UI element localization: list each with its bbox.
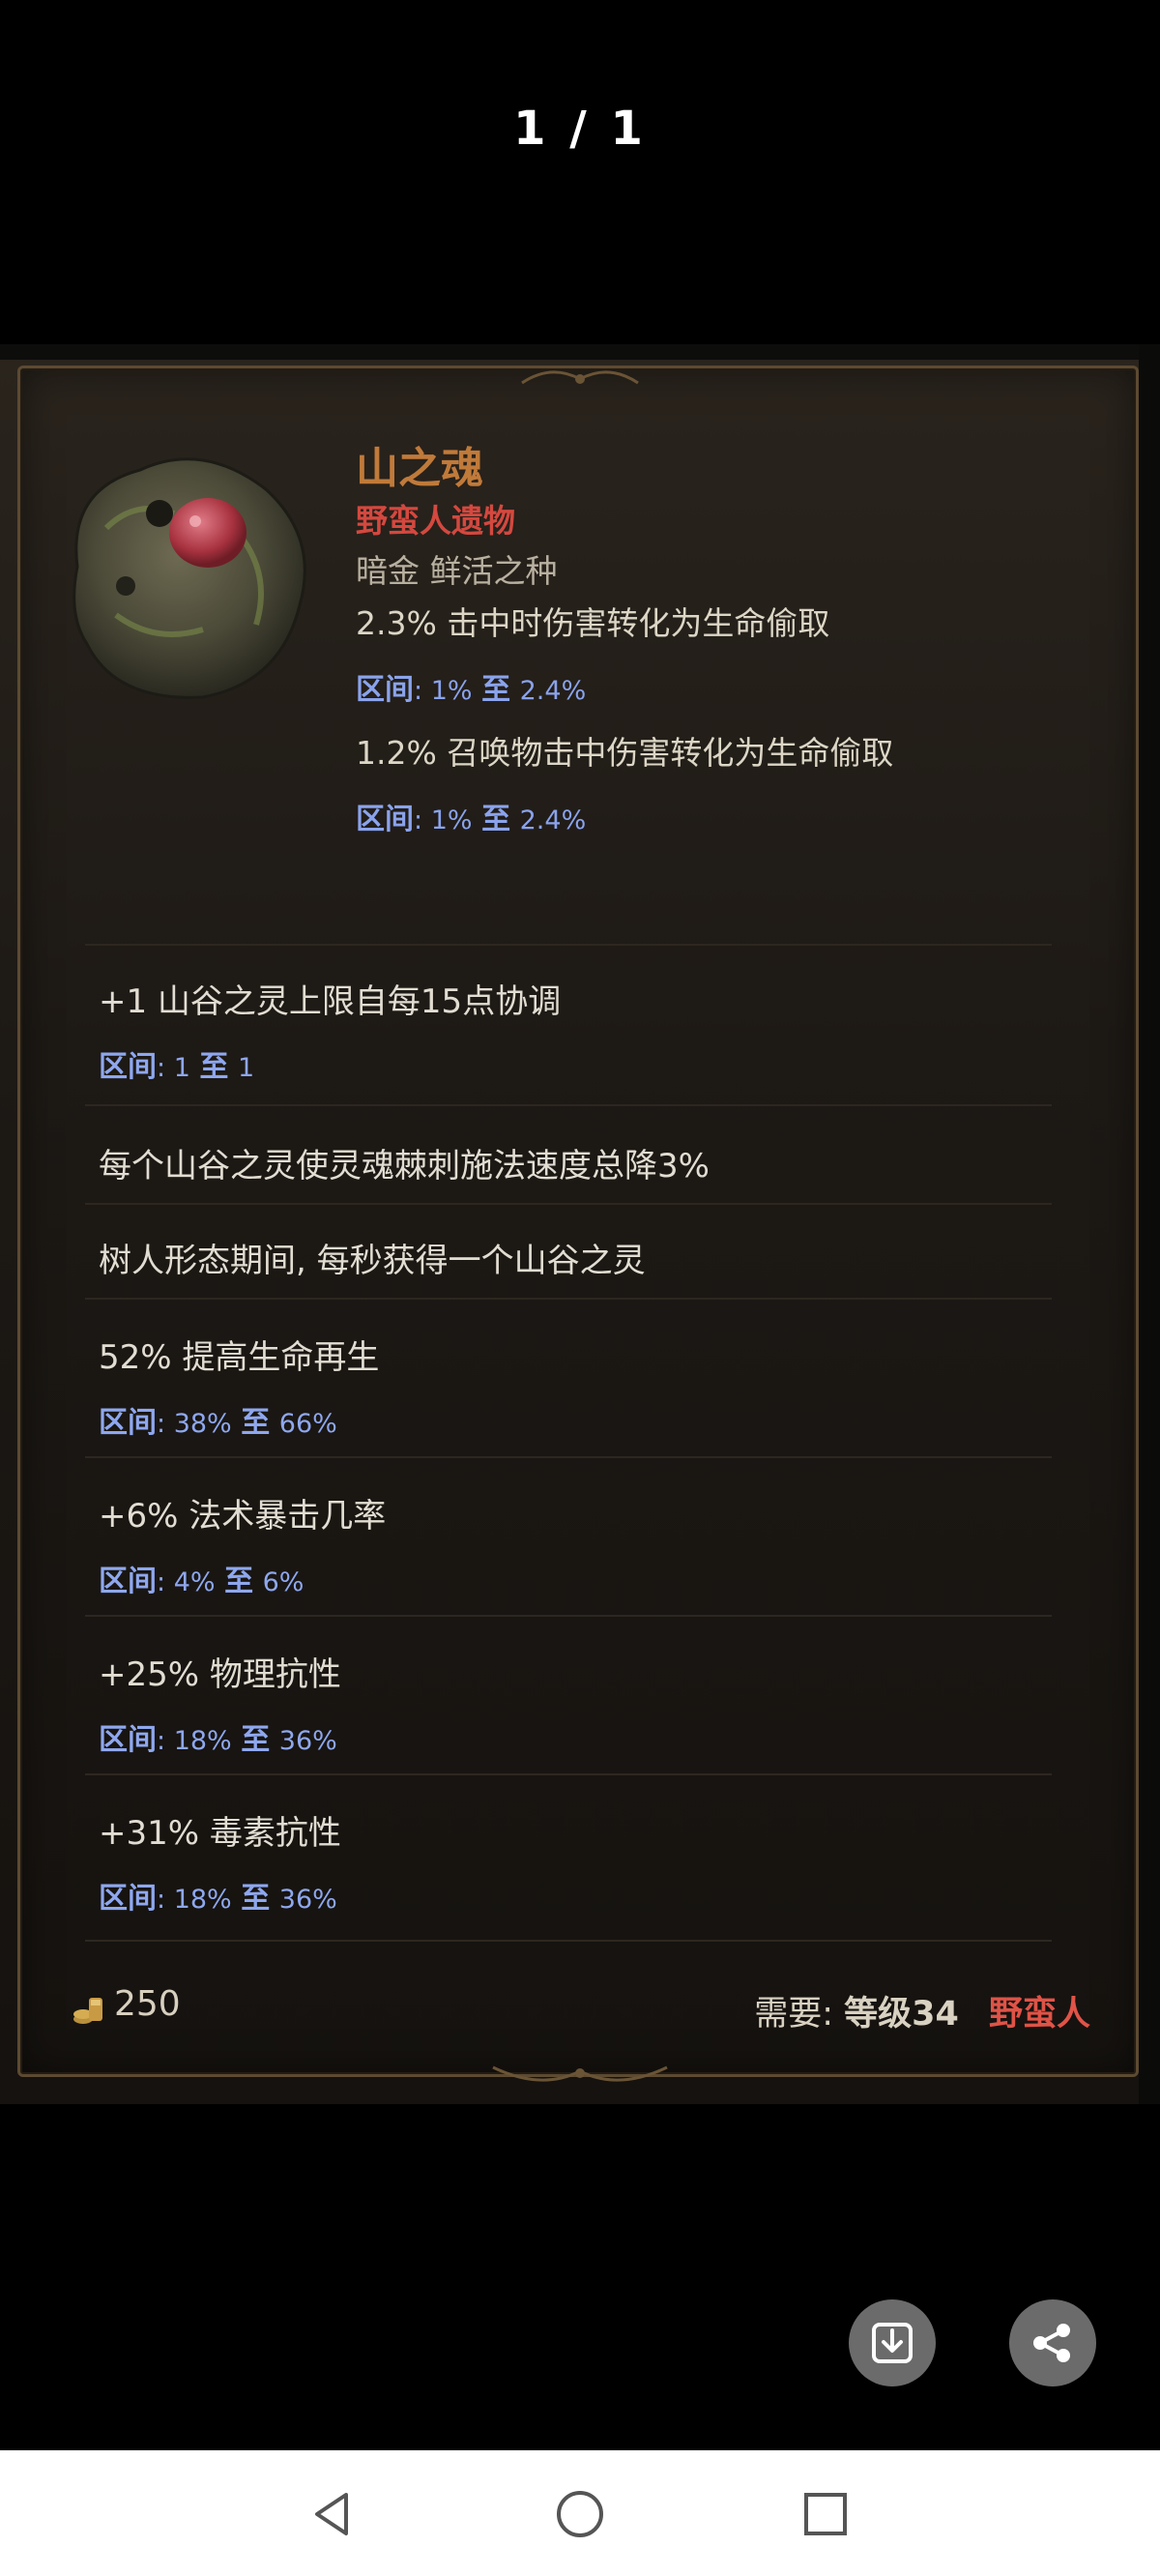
right-edge bbox=[1139, 344, 1160, 2104]
range-max: 36% bbox=[278, 1726, 337, 1756]
section-divider bbox=[85, 1203, 1052, 1205]
range-label: 区间 bbox=[99, 1723, 157, 1757]
seed-relic-icon bbox=[72, 457, 306, 699]
item-rarity-base: 暗金 鲜活之种 bbox=[356, 552, 558, 590]
implicit-range: 区间: 1% 至 2.4% bbox=[356, 673, 587, 707]
requirement-class: 野蛮人 bbox=[988, 1995, 1090, 2034]
section-divider bbox=[85, 1773, 1052, 1775]
range-to: 至 bbox=[224, 1565, 254, 1598]
item-tooltip-card: 山之魂 野蛮人遗物 暗金 鲜活之种 2.3% 击中时伤害转化为生命偷取 区间: … bbox=[0, 344, 1160, 2104]
frame-ornament-top bbox=[521, 370, 639, 385]
recent-square-icon[interactable] bbox=[797, 2485, 855, 2543]
gold-value: 250 bbox=[114, 1984, 181, 2024]
range-max: 1 bbox=[237, 1053, 255, 1083]
range-to: 至 bbox=[241, 1406, 271, 1440]
range-label: 区间 bbox=[99, 1406, 157, 1440]
image-counter: 1 / 1 bbox=[513, 102, 647, 156]
range-to: 至 bbox=[241, 1882, 271, 1916]
range-label: 区间 bbox=[356, 803, 414, 836]
range-min: 18% bbox=[173, 1885, 232, 1915]
range-min: 1% bbox=[430, 805, 473, 835]
system-nav-bar bbox=[0, 2450, 1160, 2576]
requirement-level: 等级34 bbox=[844, 1995, 959, 2034]
share-button[interactable] bbox=[1009, 2299, 1096, 2386]
affix-line: +31% 毒素抗性 bbox=[99, 1814, 341, 1853]
range-min: 4% bbox=[173, 1567, 216, 1597]
range-max: 36% bbox=[278, 1885, 337, 1915]
affix-range: 区间: 4% 至 6% bbox=[99, 1565, 304, 1598]
range-min: 1 bbox=[173, 1053, 190, 1083]
implicit-range: 区间: 1% 至 2.4% bbox=[356, 803, 587, 836]
share-icon bbox=[1033, 2324, 1070, 2362]
requirement-label: 需要: bbox=[754, 1995, 833, 2034]
range-max: 2.4% bbox=[519, 676, 587, 706]
range-min: 18% bbox=[173, 1726, 232, 1756]
section-divider bbox=[85, 1615, 1052, 1617]
affix-range: 区间: 18% 至 36% bbox=[99, 1723, 337, 1757]
range-to: 至 bbox=[241, 1723, 271, 1757]
requirement: 需要: 等级34 野蛮人 bbox=[754, 1986, 1090, 2035]
download-button[interactable] bbox=[849, 2299, 936, 2386]
range-to: 至 bbox=[481, 673, 511, 707]
frame-ornament-bottom bbox=[492, 2065, 668, 2082]
affix-range: 区间: 1 至 1 bbox=[99, 1050, 255, 1084]
range-min: 38% bbox=[173, 1409, 232, 1439]
section-divider bbox=[85, 1298, 1052, 1300]
affix-line: +1 山谷之灵上限自每15点协调 bbox=[99, 982, 562, 1021]
item-name: 山之魂 bbox=[356, 444, 483, 493]
range-max: 2.4% bbox=[519, 805, 587, 835]
range-to: 至 bbox=[199, 1050, 229, 1084]
range-to: 至 bbox=[481, 803, 511, 836]
download-icon bbox=[872, 2323, 913, 2363]
affix-range: 区间: 38% 至 66% bbox=[99, 1406, 337, 1440]
range-label: 区间 bbox=[99, 1565, 157, 1598]
affix-range: 区间: 18% 至 36% bbox=[99, 1882, 337, 1916]
affix-line: 树人形态期间, 每秒获得一个山谷之灵 bbox=[99, 1242, 646, 1280]
range-label: 区间 bbox=[99, 1882, 157, 1916]
back-triangle-icon[interactable] bbox=[304, 2485, 362, 2543]
implicit-affix: 2.3% 击中时伤害转化为生命偷取 bbox=[356, 604, 830, 642]
range-label: 区间 bbox=[99, 1050, 157, 1084]
top-strip bbox=[0, 344, 1160, 360]
gold-coins-icon bbox=[73, 1998, 102, 2024]
affix-line: +25% 物理抗性 bbox=[99, 1655, 341, 1694]
range-max: 66% bbox=[278, 1409, 337, 1439]
section-divider bbox=[85, 1104, 1052, 1106]
affix-line: 每个山谷之灵使灵魂棘刺施法速度总降3% bbox=[99, 1147, 710, 1186]
range-label: 区间 bbox=[356, 673, 414, 707]
section-divider bbox=[85, 1456, 1052, 1458]
range-min: 1% bbox=[430, 676, 473, 706]
item-type: 野蛮人遗物 bbox=[356, 502, 515, 540]
implicit-affix: 1.2% 召唤物击中伤害转化为生命偷取 bbox=[356, 734, 894, 772]
section-divider bbox=[85, 944, 1052, 946]
home-circle-icon[interactable] bbox=[551, 2485, 609, 2543]
section-divider bbox=[85, 1940, 1052, 1942]
range-max: 6% bbox=[262, 1567, 304, 1597]
affix-line: +6% 法术暴击几率 bbox=[99, 1497, 387, 1536]
affix-line: 52% 提高生命再生 bbox=[99, 1338, 380, 1377]
